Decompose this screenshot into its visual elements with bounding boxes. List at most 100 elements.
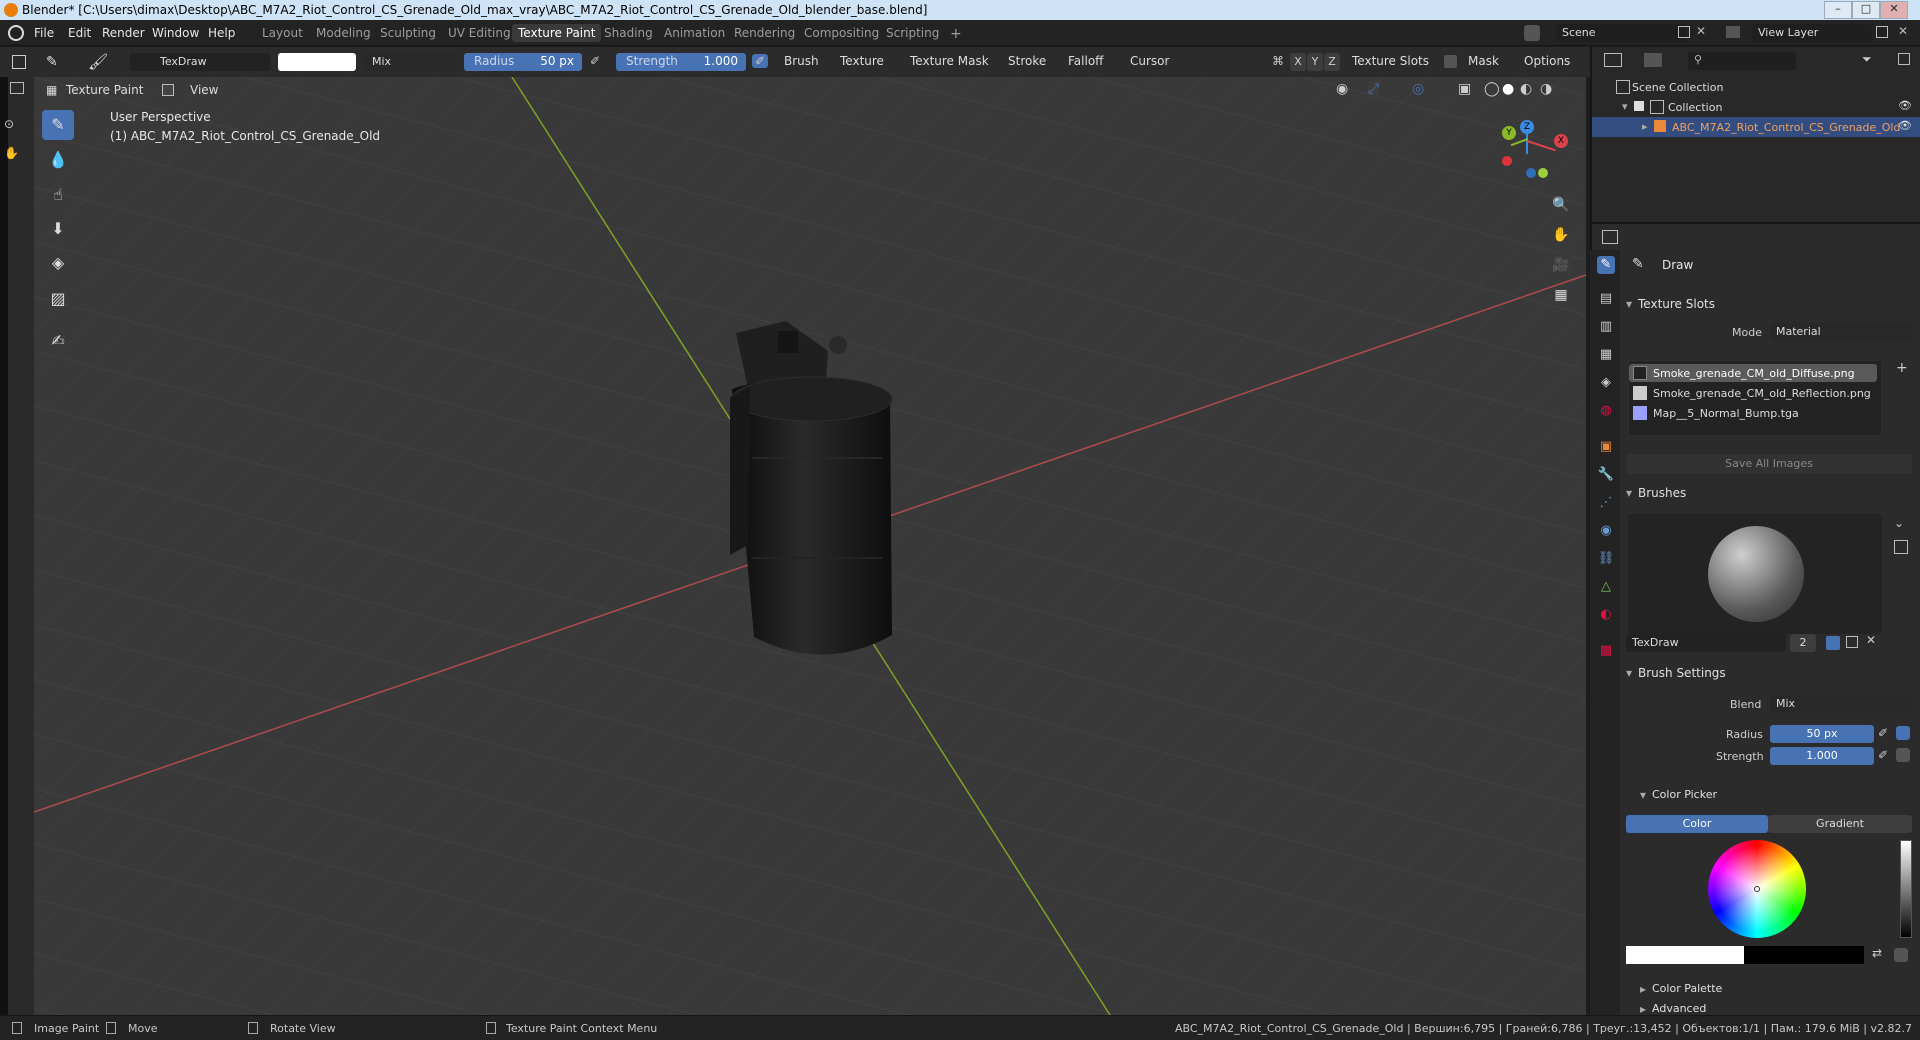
editor-type-icon[interactable] bbox=[12, 55, 26, 69]
tool-icon[interactable]: ✎ bbox=[46, 54, 58, 70]
close-button[interactable]: ✕ bbox=[1880, 1, 1908, 19]
blend-dropdown[interactable]: Mix bbox=[1770, 695, 1912, 713]
material-tab-icon[interactable]: ◐ bbox=[1597, 606, 1615, 624]
brush-name-input[interactable]: TexDraw bbox=[1626, 634, 1786, 652]
annotate-tool-button[interactable]: ✍ bbox=[42, 326, 74, 356]
tab-texture-paint[interactable]: Texture Paint bbox=[512, 24, 602, 42]
radius-pressure-icon[interactable]: ✐ bbox=[1878, 726, 1888, 740]
mirror-z-toggle[interactable]: Z bbox=[1324, 53, 1340, 71]
menu-window[interactable]: Window bbox=[152, 26, 199, 40]
gizmo-neg-z-dot[interactable] bbox=[1526, 168, 1536, 178]
texture-slots-menu[interactable]: Texture Slots bbox=[1352, 54, 1429, 68]
scene-selector[interactable]: Scene bbox=[1556, 24, 1686, 42]
save-all-images-button[interactable]: Save All Images bbox=[1626, 454, 1912, 474]
object-tab-icon[interactable]: ▣ bbox=[1597, 438, 1615, 456]
color-swatch[interactable] bbox=[278, 53, 356, 71]
current-color-swatch[interactable] bbox=[1626, 946, 1744, 964]
mirror-y-toggle[interactable]: Y bbox=[1307, 53, 1323, 71]
brush-preview[interactable] bbox=[1628, 514, 1882, 634]
tab-rendering[interactable]: Rendering bbox=[728, 24, 801, 42]
radius-pressure-icon[interactable]: ✐ bbox=[590, 54, 600, 68]
viewport-canvas[interactable] bbox=[34, 77, 1586, 1015]
data-tab-icon[interactable]: △ bbox=[1597, 578, 1615, 596]
strength-slider[interactable]: 1.000 bbox=[1770, 747, 1874, 765]
properties-editor-icon[interactable] bbox=[1602, 230, 1618, 244]
clone-tool-button[interactable]: ⬇ bbox=[42, 214, 74, 244]
rendered-shading-icon[interactable]: ◑ bbox=[1540, 81, 1552, 97]
tool-tab-icon[interactable]: ✎ bbox=[1597, 256, 1615, 274]
swap-colors-icon[interactable]: ⇄ bbox=[1872, 946, 1882, 960]
material-shading-icon[interactable]: ◐ bbox=[1520, 81, 1532, 97]
3d-viewport[interactable] bbox=[34, 77, 1586, 1015]
blender-menu-icon[interactable] bbox=[8, 25, 24, 41]
gizmo-z-axis[interactable]: Z bbox=[1520, 120, 1534, 134]
brushes-panel-header[interactable]: ▾ Brushes bbox=[1622, 484, 1920, 506]
outliner-object[interactable]: ▸ ABC_M7A2_Riot_Control_CS_Grenade_Old 👁 bbox=[1592, 117, 1920, 137]
tab-sculpting[interactable]: Sculpting bbox=[374, 24, 442, 42]
options-menu[interactable]: Options bbox=[1524, 54, 1570, 68]
texture-slot-row[interactable]: Map__5_Normal_Bump.tga bbox=[1629, 404, 1877, 422]
texture-slots-panel-header[interactable]: ▾ Texture Slots bbox=[1622, 295, 1920, 317]
tab-animation[interactable]: Animation bbox=[658, 24, 731, 42]
strength-unified-icon[interactable] bbox=[1896, 748, 1910, 762]
texture-slot-row[interactable]: Smoke_grenade_CM_old_Reflection.png bbox=[1629, 384, 1877, 402]
camera-icon[interactable]: 🎥 bbox=[1550, 254, 1572, 276]
new-collection-icon[interactable] bbox=[1898, 53, 1910, 65]
gizmo-toggle-icon[interactable]: ⤢ bbox=[1368, 81, 1380, 97]
scene-icon[interactable] bbox=[1524, 25, 1540, 41]
menu-render[interactable]: Render bbox=[102, 26, 145, 40]
duplicate-brush-icon[interactable] bbox=[1846, 636, 1858, 648]
brush-menu[interactable]: Brush bbox=[784, 54, 819, 68]
render-tab-icon[interactable]: ▤ bbox=[1597, 290, 1615, 308]
strength-slider[interactable]: Strength 1.000 bbox=[616, 53, 746, 71]
outliner-collection[interactable]: ▾ Collection 👁 bbox=[1592, 97, 1920, 117]
fake-user-icon[interactable] bbox=[1826, 636, 1840, 650]
tab-uv-editing[interactable]: UV Editing bbox=[442, 24, 517, 42]
color-palette-subpanel-header[interactable]: ▸ Color Palette bbox=[1636, 980, 1920, 1002]
scene-tab-icon[interactable]: ◈ bbox=[1597, 374, 1615, 392]
gizmo-neg-x-dot[interactable] bbox=[1502, 156, 1512, 166]
eye-icon[interactable]: 👁 bbox=[1898, 119, 1912, 132]
texture-mask-menu[interactable]: Texture Mask bbox=[910, 54, 989, 68]
unlink-brush-icon[interactable]: ✕ bbox=[1866, 633, 1876, 647]
minimize-button[interactable]: – bbox=[1824, 1, 1852, 19]
stroke-menu[interactable]: Stroke bbox=[1008, 54, 1046, 68]
wireframe-shading-icon[interactable]: ◯ bbox=[1484, 81, 1500, 97]
texture-slot-row[interactable]: Smoke_grenade_CM_old_Diffuse.png bbox=[1629, 364, 1877, 382]
brush-users-count[interactable]: 2 bbox=[1790, 634, 1816, 652]
gizmo-x-axis[interactable]: X bbox=[1554, 134, 1568, 148]
delete-view-layer-icon[interactable]: ✕ bbox=[1898, 24, 1908, 38]
menu-help[interactable]: Help bbox=[208, 26, 235, 40]
view-toggle-icon[interactable] bbox=[162, 84, 174, 96]
radius-unified-icon[interactable] bbox=[1896, 726, 1910, 740]
view-menu[interactable]: View bbox=[190, 83, 218, 97]
secondary-color-swatch[interactable] bbox=[1744, 946, 1864, 964]
tab-scripting[interactable]: Scripting bbox=[880, 24, 945, 42]
grid-icon[interactable]: ▦ bbox=[1550, 284, 1572, 306]
mask-tool-button[interactable]: ▨ bbox=[42, 284, 74, 314]
display-mode-icon[interactable] bbox=[1644, 53, 1662, 67]
filter-icon[interactable]: ⏷ bbox=[1862, 52, 1872, 67]
mode-icon[interactable] bbox=[10, 82, 24, 94]
brush-name-field[interactable]: TexDraw bbox=[130, 53, 270, 71]
outliner-scene-collection[interactable]: Scene Collection bbox=[1592, 77, 1920, 97]
hand-icon[interactable]: ✋ bbox=[1550, 224, 1572, 246]
brush-settings-panel-header[interactable]: ▾ Brush Settings bbox=[1622, 664, 1920, 686]
zoom-icon[interactable]: 🔍 bbox=[1550, 194, 1572, 216]
unified-color-icon[interactable] bbox=[1894, 948, 1908, 962]
mirror-x-toggle[interactable]: X bbox=[1290, 53, 1306, 71]
value-slider[interactable] bbox=[1900, 840, 1912, 938]
output-tab-icon[interactable]: ▥ bbox=[1597, 318, 1615, 336]
menu-edit[interactable]: Edit bbox=[68, 26, 91, 40]
navigation-gizmo[interactable]: Z Y X bbox=[1496, 118, 1576, 188]
tab-shading[interactable]: Shading bbox=[598, 24, 659, 42]
delete-scene-icon[interactable]: ✕ bbox=[1696, 24, 1706, 38]
overlay-toggle-icon[interactable]: ◎ bbox=[1412, 81, 1424, 97]
gizmo-y-axis[interactable]: Y bbox=[1502, 126, 1516, 140]
smear-tool-button[interactable]: ☝ bbox=[42, 180, 74, 210]
blend-dropdown[interactable]: Mix bbox=[364, 53, 456, 71]
tab-layout[interactable]: Layout bbox=[256, 24, 309, 42]
falloff-menu[interactable]: Falloff bbox=[1068, 54, 1103, 68]
outliner-search-input[interactable]: ⚲ bbox=[1688, 52, 1796, 70]
mask-menu[interactable]: Mask bbox=[1468, 54, 1499, 68]
